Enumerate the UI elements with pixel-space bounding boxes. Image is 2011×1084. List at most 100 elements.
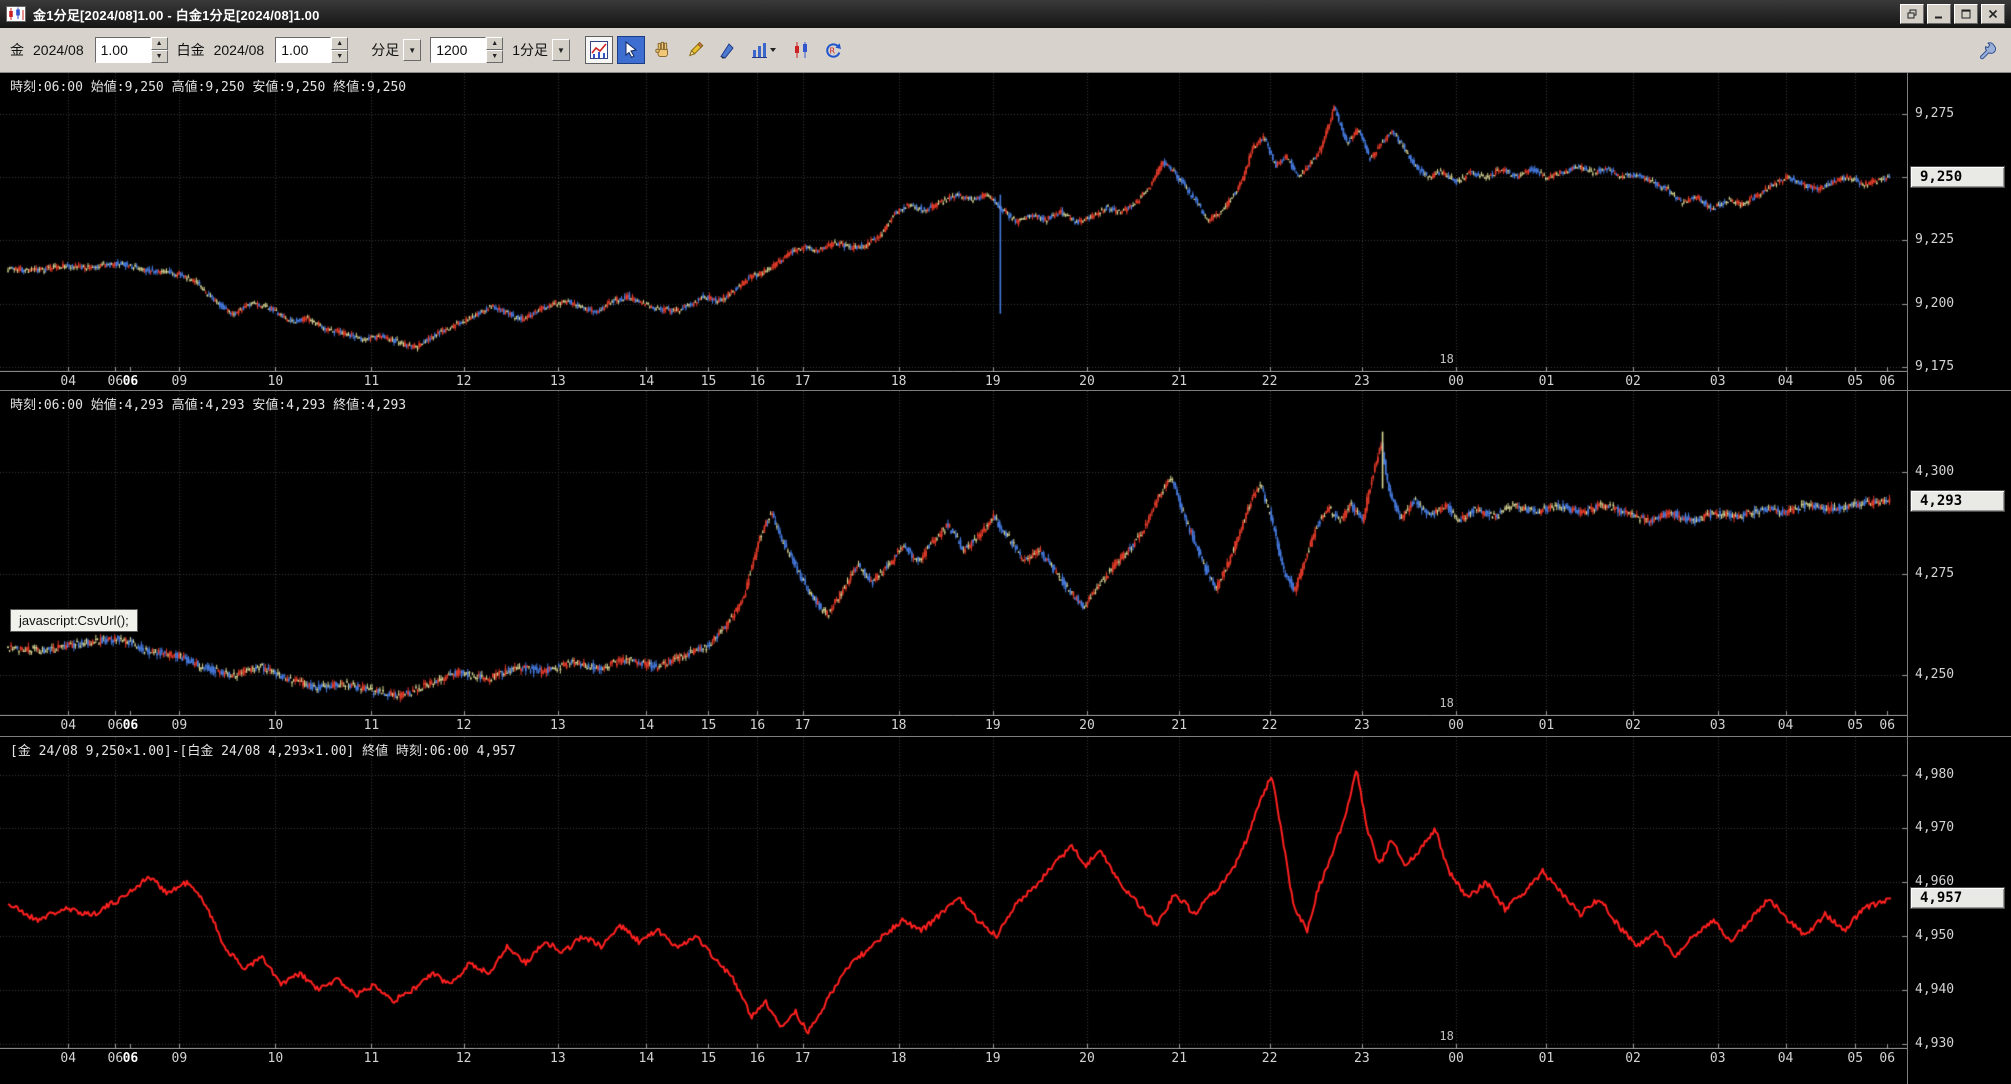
compare-chart-button[interactable]: [787, 36, 815, 64]
bar-count-up-button[interactable]: ▲: [486, 37, 504, 50]
x-tick-label: 06: [122, 1051, 139, 1066]
x-tick-label: 02: [1625, 718, 1641, 733]
bar-chart-icon: [752, 43, 777, 58]
x-tick-label: 21: [1171, 1051, 1188, 1066]
gold-date-marker: 18: [1439, 352, 1454, 366]
gold-multiplier-down-button[interactable]: ▼: [150, 50, 168, 63]
app-icon[interactable]: [6, 6, 26, 22]
spread-chart-panel: [金 24/08 9,250×1.00]-[白金 24/08 4,293×1.0…: [0, 737, 2011, 1084]
settings-button[interactable]: [1973, 36, 2001, 64]
pen-tool-button[interactable]: [713, 36, 741, 64]
x-tick-label: 03: [1709, 718, 1726, 733]
x-tick-label: 01: [1538, 374, 1555, 389]
gold-multiplier-up-button[interactable]: ▲: [150, 37, 168, 50]
titlebar: 金1分足[2024/08]1.00 - 白金1分足[2024/08]1.00: [0, 0, 2011, 28]
chart-grid-button[interactable]: [585, 36, 614, 64]
pencil-tool-button[interactable]: [681, 36, 709, 64]
platinum-multiplier-up-button[interactable]: ▲: [331, 37, 349, 50]
x-tick-label: 23: [1354, 374, 1370, 389]
spread-info-line: [金 24/08 9,250×1.00]-[白金 24/08 4,293×1.0…: [10, 744, 516, 759]
x-tick-label: 18: [890, 718, 907, 733]
x-tick-label: 21: [1171, 374, 1188, 389]
x-tick-label: 06: [107, 1051, 124, 1066]
gold-month-value[interactable]: 2024/08: [33, 42, 84, 58]
charts-area: 時刻:06:00 始値:9,250 高値:9,250 安値:9,250 終値:9…: [0, 73, 2011, 1084]
spread-current-price: 4,957: [1910, 887, 2005, 910]
x-tick-label: 06: [1879, 374, 1896, 389]
minimize-button[interactable]: [1927, 4, 1951, 24]
restore-button[interactable]: [1900, 4, 1924, 24]
gold-chart-panel: 時刻:06:00 始値:9,250 高値:9,250 安値:9,250 終値:9…: [0, 73, 2011, 391]
y-tick-label: 9,275: [1915, 105, 1955, 121]
x-tick-label: 22: [1261, 718, 1278, 733]
bar-count-value[interactable]: 1200: [430, 37, 487, 63]
gold-current-price: 9,250: [1910, 165, 2005, 188]
cursor-tool-button[interactable]: [617, 36, 646, 64]
x-tick-label: 02: [1625, 1051, 1641, 1066]
x-tick-label: 21: [1171, 718, 1188, 733]
x-tick-label: 06: [1879, 1051, 1896, 1066]
spread-line-canvas[interactable]: [0, 737, 1907, 1049]
platinum-current-price: 4,293: [1910, 489, 2005, 512]
x-tick-label: 04: [1777, 1051, 1794, 1066]
platinum-x-axis: 04 06 06 09 10 11 12 13 14 15 16 17 18 19 20 21 22 23 00 01…: [0, 716, 1907, 734]
x-tick-label: 05: [1847, 374, 1864, 389]
x-tick-label: 11: [363, 374, 380, 389]
platinum-multiplier-down-button[interactable]: ▼: [331, 50, 349, 63]
x-tick-label: 00: [1448, 718, 1464, 733]
platinum-multiplier-spinner[interactable]: 1.00 ▲ ▼: [275, 37, 349, 63]
x-tick-label: 12: [455, 374, 472, 389]
spread-y-axis: 4,957 4,980 4,970 4,960 4,950 4,940 4,930: [1907, 737, 2011, 1084]
x-tick-label: 04: [60, 374, 77, 389]
wrench-icon: [1980, 42, 1997, 60]
minimize-icon: [1935, 16, 1942, 19]
x-tick-label: 22: [1261, 374, 1278, 389]
platinum-candle-canvas[interactable]: [0, 391, 1907, 716]
gold-y-axis: 9,250 9,2759,2509,2259,2009,175: [1907, 73, 2011, 390]
maximize-button[interactable]: [1954, 4, 1978, 24]
window-controls: [1900, 4, 2005, 24]
x-tick-label: 13: [550, 718, 566, 733]
x-tick-label: 01: [1538, 1051, 1555, 1066]
spread-date-marker: 18: [1439, 1029, 1454, 1043]
bar-count-spinner[interactable]: 1200 ▲ ▼: [430, 37, 504, 63]
x-tick-label: 16: [749, 718, 766, 733]
gold-candle-canvas[interactable]: [0, 73, 1907, 372]
x-tick-label: 06: [122, 374, 139, 389]
x-tick-label: 14: [638, 374, 655, 389]
gold-multiplier-value[interactable]: 1.00: [94, 37, 151, 63]
y-tick-label: 4,950: [1915, 928, 1955, 944]
interval-value: 1分足: [512, 42, 549, 58]
bar-type-dropdown-icon[interactable]: ▼: [403, 39, 422, 61]
interval-select[interactable]: 1分足 ▼: [512, 37, 571, 63]
hand-tool-button[interactable]: [649, 36, 677, 64]
x-tick-label: 15: [700, 718, 717, 733]
window-title: 金1分足[2024/08]1.00 - 白金1分足[2024/08]1.00: [33, 7, 320, 23]
x-tick-label: 03: [1709, 374, 1726, 389]
y-tick-label: 4,940: [1915, 981, 1955, 997]
y-tick-label: 9,200: [1915, 295, 1955, 311]
svg-text:R: R: [830, 47, 836, 56]
y-tick-label: 4,970: [1915, 820, 1955, 836]
refresh-button[interactable]: R: [819, 36, 847, 64]
indicator-menu-button[interactable]: [745, 36, 783, 64]
platinum-y-axis: 4,293 4,300 4,275 4,250: [1907, 391, 2011, 736]
x-tick-label: 17: [794, 1051, 811, 1066]
x-tick-label: 01: [1538, 718, 1555, 733]
gold-multiplier-spinner[interactable]: 1.00 ▲ ▼: [94, 37, 168, 63]
x-tick-label: 11: [363, 1051, 380, 1066]
bar-count-down-button[interactable]: ▼: [486, 50, 504, 63]
y-tick-label: 4,250: [1915, 667, 1955, 683]
x-tick-label: 04: [60, 1051, 77, 1066]
x-tick-label: 18: [890, 1051, 907, 1066]
x-tick-label: 19: [984, 1051, 1001, 1066]
interval-dropdown-icon[interactable]: ▼: [552, 39, 571, 61]
close-button[interactable]: [1981, 4, 2005, 24]
platinum-month-value[interactable]: 2024/08: [214, 42, 265, 58]
bar-type-select[interactable]: 分足 ▼: [371, 37, 422, 63]
gold-label: 金: [10, 42, 24, 58]
platinum-multiplier-value[interactable]: 1.00: [275, 37, 332, 63]
y-tick-label: 9,175: [1915, 358, 1955, 374]
tool-group: R: [585, 36, 847, 64]
x-tick-label: 04: [1777, 718, 1794, 733]
